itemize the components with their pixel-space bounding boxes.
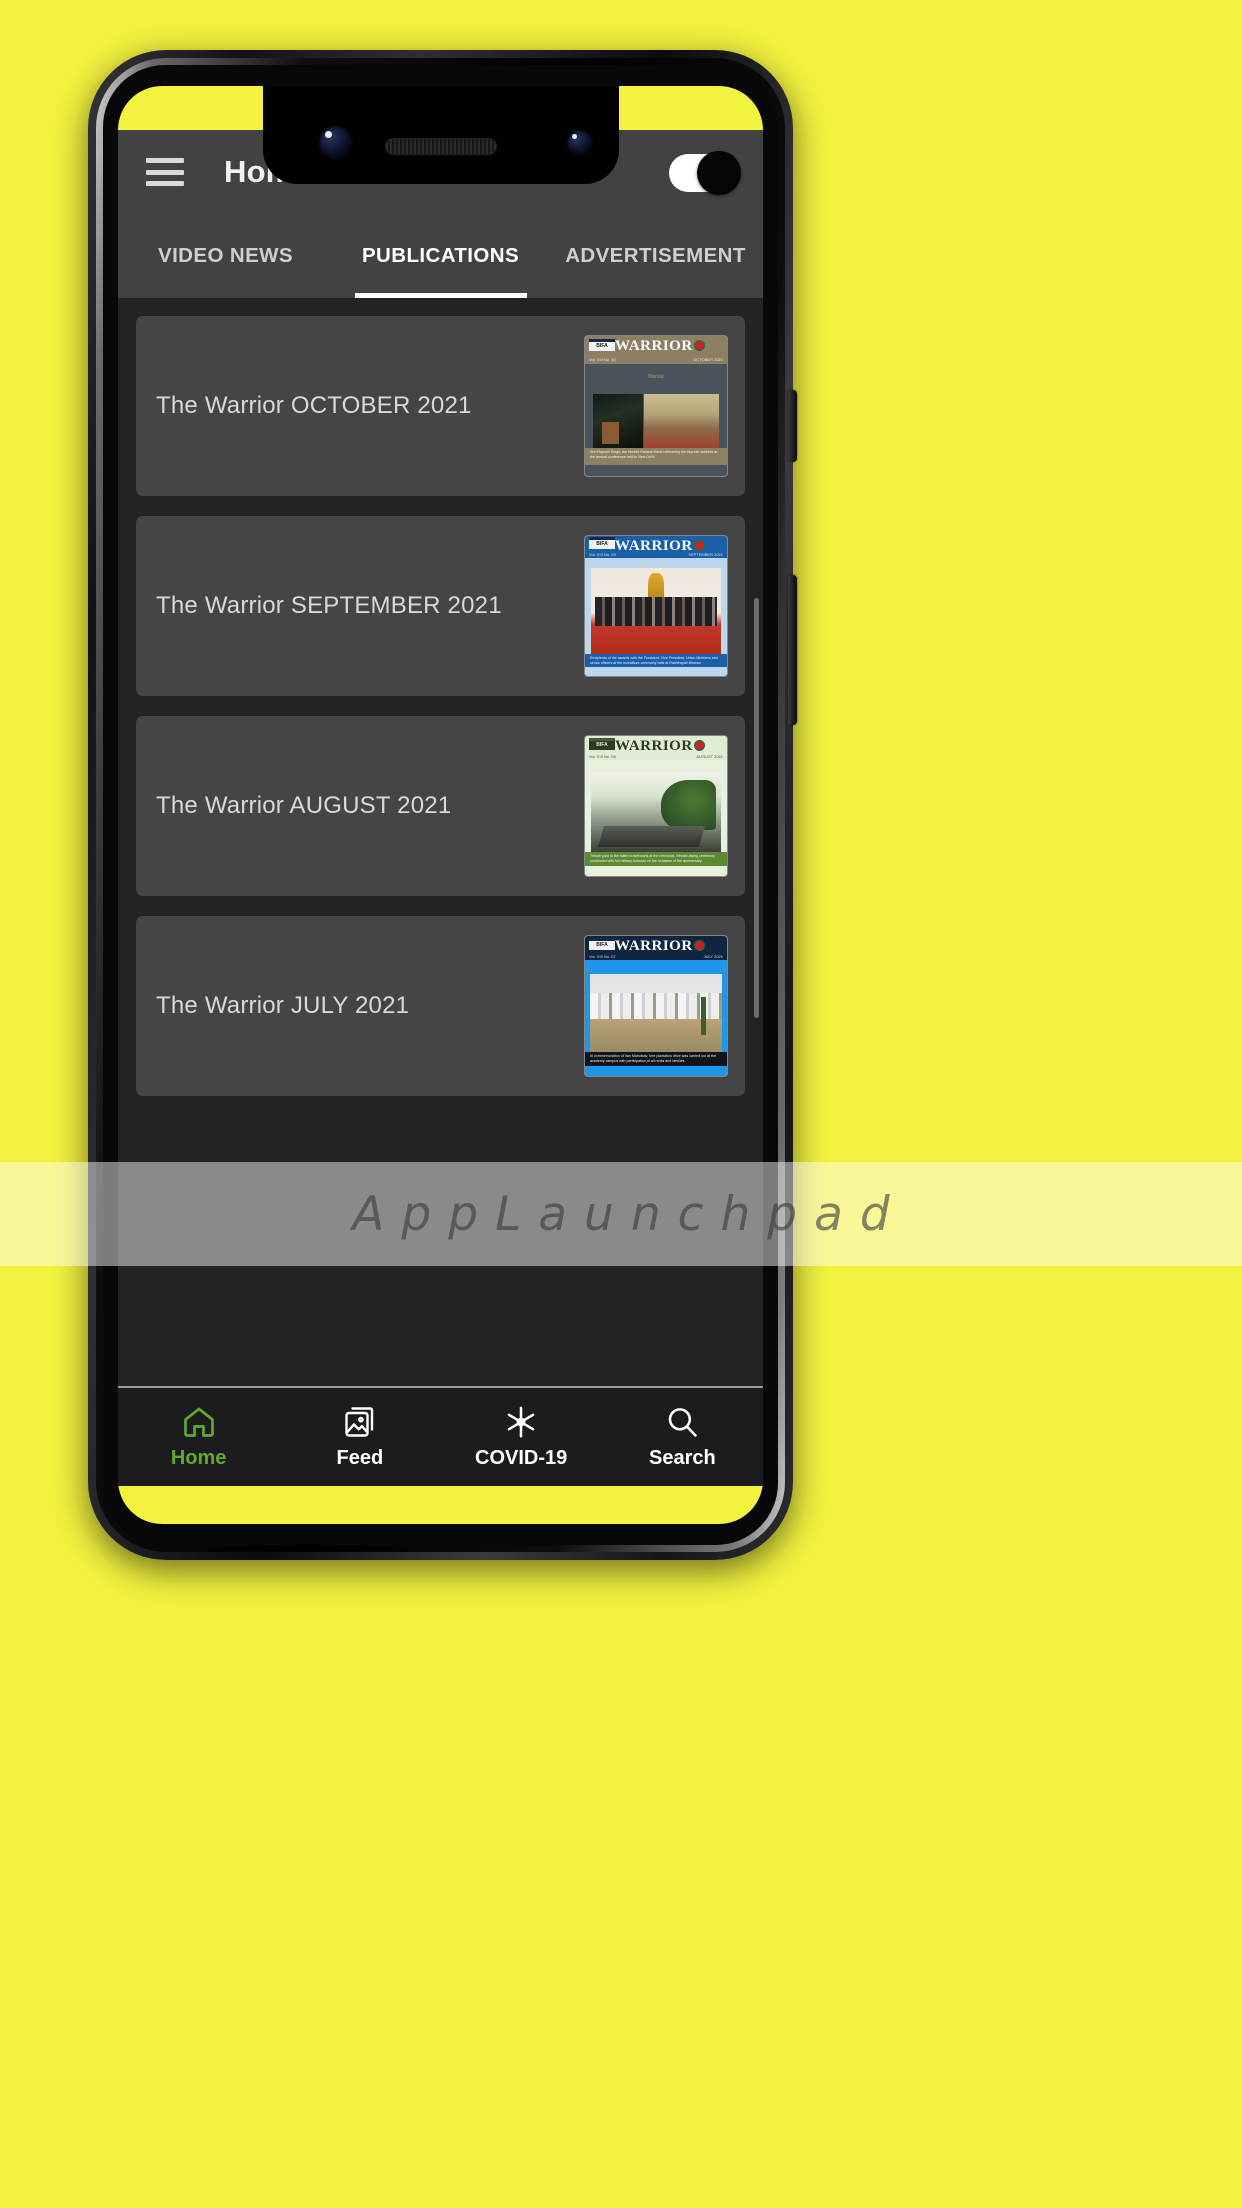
nav-item-home[interactable]: Home [118,1388,279,1486]
cover-photo [590,974,722,1052]
bottom-navigation-bar: Home Feed COVID-19 Search [118,1386,763,1486]
cover-photo-sapling [701,997,707,1035]
tab-label: ADVERTISEMENT [565,244,746,267]
emblem-icon [694,940,705,951]
cover-footer [585,667,727,676]
publication-cover-thumbnail[interactable]: BIFA WARRIOR Vol. XIII No. 09 SEPTEMBER … [585,536,727,676]
list-item[interactable]: The Warrior JULY 2021 BIFA WARRIOR Vol. … [136,916,745,1096]
issue-line: Vol. XIII No. 07 [589,953,616,959]
publication-cover-thumbnail[interactable]: BIFA WARRIOR Vol. XIII No. 08 AUGUST 202… [585,736,727,876]
cover-photo-left [593,394,644,449]
cover-photo [591,772,721,852]
emblem-icon [694,740,705,751]
tab-label: VIDEO NEWS [158,244,293,267]
nav-label: Search [649,1447,716,1469]
toggle-thumb [697,151,741,195]
earpiece-speaker [384,138,497,155]
list-item[interactable]: The Warrior OCTOBER 2021 BIFA WARRIOR Vo… [136,316,745,496]
theme-toggle-switch[interactable] [669,151,741,195]
tab-strip: VIDEO NEWS PUBLICATIONS ADVERTISEMENT [118,214,763,298]
cover-photo-right [644,394,719,449]
phone-screen: Home VIDEO NEWS PUBLICATIONS ADVERTISEME… [118,86,763,1524]
emblem-icon [694,540,705,551]
nav-item-covid-19[interactable]: COVID-19 [441,1388,602,1486]
home-icon [179,1404,219,1440]
phone-mockup: Home VIDEO NEWS PUBLICATIONS ADVERTISEME… [88,50,797,1560]
phone-notch [262,86,619,184]
cover-tagline: Warrior [647,374,665,381]
cover-footer [585,464,727,476]
publication-title: The Warrior JULY 2021 [156,992,410,1019]
publication-title: The Warrior AUGUST 2021 [156,792,452,819]
masthead-text: WARRIOR [615,938,693,954]
cover-footer [585,866,727,876]
front-camera-secondary-icon [566,130,593,156]
photo-stack-icon [340,1404,380,1440]
asterisk-virus-icon [501,1404,541,1440]
masthead-text: WARRIOR [615,338,693,354]
nav-item-search[interactable]: Search [602,1388,763,1486]
brand-logo: BIFA [589,537,615,550]
nav-label: COVID-19 [475,1447,568,1469]
publication-title: The Warrior OCTOBER 2021 [156,392,472,419]
tab-video-news[interactable]: VIDEO NEWS [118,214,333,298]
app-surface: Home VIDEO NEWS PUBLICATIONS ADVERTISEME… [118,130,763,1486]
tab-advertisement[interactable]: ADVERTISEMENT [548,214,763,298]
list-scrollbar[interactable] [754,598,759,1018]
cover-photo [591,567,721,654]
brand-logo: BIFA [589,339,615,352]
cover-caption: Shri Rajnath Singh, the Honble Raksha Ma… [585,448,727,465]
list-item[interactable]: The Warrior SEPTEMBER 2021 BIFA WARRIOR … [136,516,745,696]
cover-caption: In commemoration of Van Mahotsav, tree p… [585,1052,727,1067]
power-button[interactable] [788,390,797,462]
emblem-icon [694,340,705,351]
tab-label: PUBLICATIONS [361,244,520,267]
publication-list[interactable]: The Warrior OCTOBER 2021 BIFA WARRIOR Vo… [118,298,763,1386]
date-line: OCTOBER 2021 [693,357,723,363]
publication-cover-thumbnail[interactable]: BIFA WARRIOR Vol. XIII No. 10 OCTOBER 20… [585,336,727,476]
cover-caption: Tribute paid to the fallen bravehearts a… [585,852,727,867]
brand-logo: BIFA [589,738,615,750]
publication-cover-thumbnail[interactable]: BIFA WARRIOR Vol. XIII No. 07 JULY 2021 [585,936,727,1076]
issue-line: Vol. XIII No. 08 [589,753,616,759]
magnifier-icon [662,1404,702,1440]
publication-title: The Warrior SEPTEMBER 2021 [156,592,502,619]
issue-line: Vol. XIII No. 09 [589,551,616,557]
brand-logo: BIFA [589,938,615,950]
cover-caption: Recipients of the awards with the Presid… [585,653,727,668]
volume-button[interactable] [788,575,797,725]
nav-label: Home [170,1447,227,1469]
tab-publications[interactable]: PUBLICATIONS [333,214,548,298]
hamburger-menu-icon[interactable] [146,158,184,186]
nav-label: Feed [336,1447,384,1469]
cover-footer [585,1066,727,1076]
list-item[interactable]: The Warrior AUGUST 2021 BIFA WARRIOR Vol… [136,716,745,896]
cover-photo-people [594,597,718,627]
nav-item-feed[interactable]: Feed [279,1388,440,1486]
issue-line: Vol. XIII No. 10 [589,357,616,363]
masthead-text: WARRIOR [615,538,693,554]
masthead-text: WARRIOR [615,738,693,754]
front-camera-icon [318,126,353,160]
